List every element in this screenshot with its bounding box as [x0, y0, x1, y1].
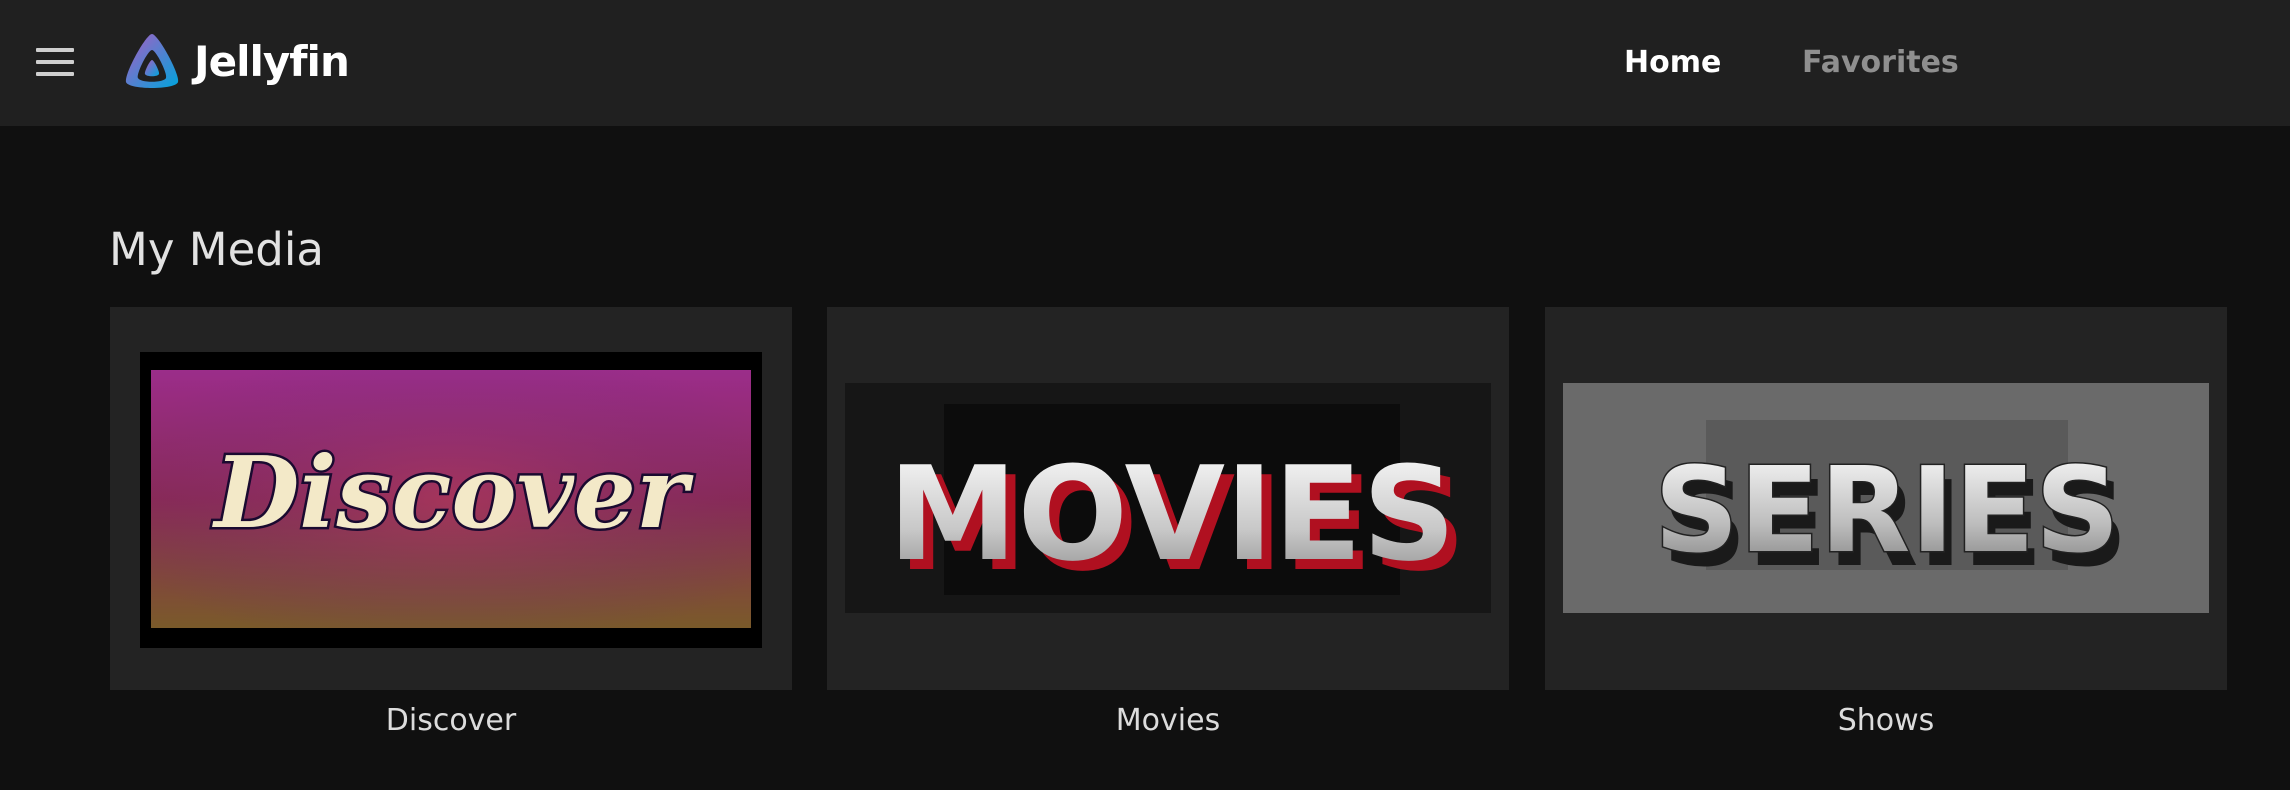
movies-thumbnail-text: MOVIES	[888, 438, 1456, 590]
series-thumbnail-text: SERIES	[1654, 441, 2120, 579]
library-label-shows[interactable]: Shows	[1545, 698, 2227, 744]
tab-favorites[interactable]: Favorites	[1802, 40, 1959, 86]
discover-thumbnail-text: Discover	[211, 436, 694, 551]
section-title: My Media	[109, 223, 324, 276]
jellyfin-logo-icon[interactable]	[120, 30, 184, 94]
library-label-discover[interactable]: Discover	[110, 698, 792, 744]
brand-name[interactable]: Jellyfin	[194, 34, 350, 90]
movies-thumbnail: MOVIES MOVIES	[845, 383, 1491, 613]
library-card-discover[interactable]: Discover	[110, 307, 792, 690]
tab-home[interactable]: Home	[1624, 40, 1721, 86]
library-card-movies[interactable]: MOVIES MOVIES	[827, 307, 1509, 690]
discover-thumbnail: Discover	[140, 352, 762, 648]
hamburger-menu-icon[interactable]	[36, 44, 76, 80]
library-label-movies[interactable]: Movies	[827, 698, 1509, 744]
library-card-shows[interactable]: SERIES SERIES	[1545, 307, 2227, 690]
series-thumbnail: SERIES SERIES	[1563, 383, 2209, 613]
top-header: Jellyfin Home Favorites	[0, 0, 2290, 126]
